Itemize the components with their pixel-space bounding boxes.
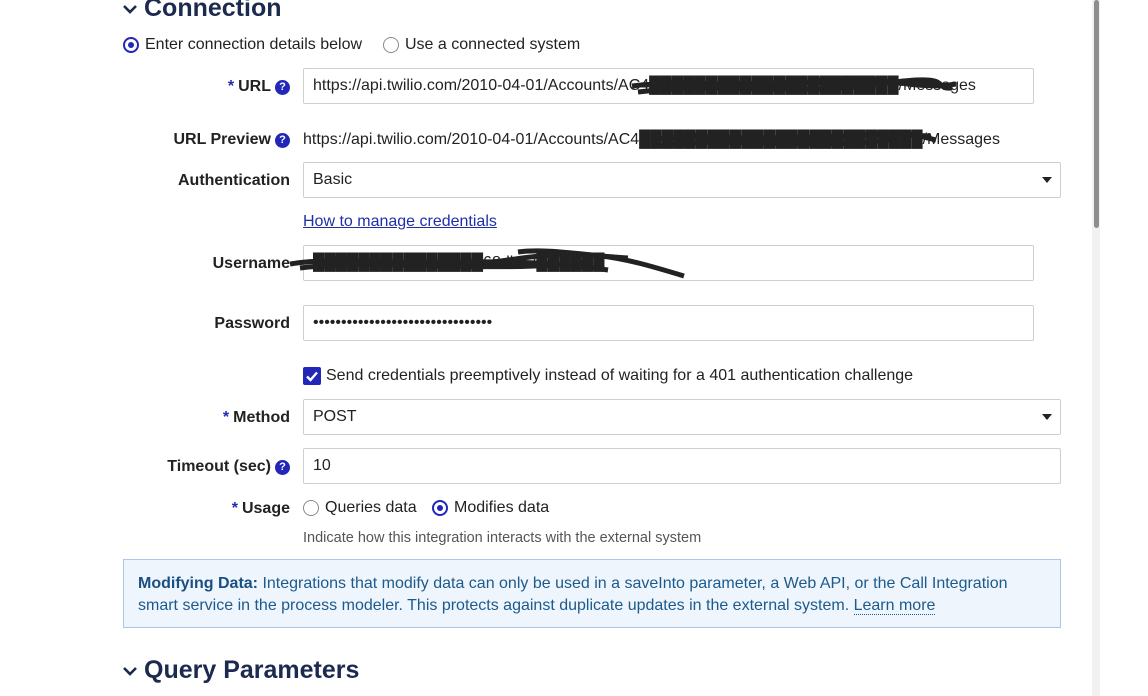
- query-parameters-section-header[interactable]: Query Parameters: [122, 656, 359, 685]
- radio-queries-data[interactable]: Queries data: [303, 499, 417, 517]
- method-label: * Method: [223, 409, 290, 427]
- chevron-down-icon: [123, 666, 137, 676]
- timeout-label-text: Timeout (sec): [167, 458, 271, 475]
- url-preview-value: https://api.twilio.com/2010-04-01/Accoun…: [303, 131, 1000, 148]
- learn-more-link[interactable]: Learn more: [853, 597, 936, 615]
- url-input[interactable]: https://api.twilio.com/2010-04-01/Accoun…: [303, 68, 1034, 104]
- radio-modifies-data[interactable]: Modifies data: [432, 499, 549, 517]
- info-box-title: Modifying Data:: [138, 575, 258, 592]
- radio-connected-system-control[interactable]: [383, 37, 399, 53]
- modifying-data-info-box: Modifying Data: Integrations that modify…: [123, 559, 1061, 628]
- authentication-label: Authentication: [178, 172, 290, 190]
- required-mark: *: [222, 409, 230, 426]
- usage-hint: Indicate how this integration interacts …: [303, 530, 702, 546]
- required-mark: *: [231, 500, 238, 517]
- username-input-value: ███████████████68dba2██████: [313, 254, 605, 271]
- authentication-select[interactable]: Basic: [303, 162, 1061, 198]
- method-select-value: POST: [313, 408, 357, 425]
- help-icon[interactable]: ?: [275, 132, 290, 148]
- help-icon[interactable]: ?: [275, 79, 290, 95]
- authentication-select-value: Basic: [313, 171, 353, 188]
- usage-label: * Usage: [232, 500, 290, 518]
- password-input-value: ••••••••••••••••••••••••••••••••: [313, 314, 493, 331]
- url-label: * URL ?: [228, 78, 290, 96]
- radio-modifies-data-control[interactable]: [432, 500, 448, 516]
- authentication-label-text: Authentication: [178, 172, 290, 189]
- select-caret-icon: [1042, 414, 1052, 420]
- chevron-down-icon: [123, 4, 137, 14]
- radio-enter-details-label: Enter connection details below: [145, 36, 363, 53]
- password-label-text: Password: [214, 315, 290, 332]
- radio-queries-data-control[interactable]: [303, 500, 319, 516]
- url-preview-label-text: URL Preview: [173, 131, 271, 148]
- method-label-text: Method: [233, 409, 290, 426]
- username-input[interactable]: ███████████████68dba2██████: [303, 245, 1034, 281]
- scrollbar-thumb[interactable]: [1094, 0, 1099, 228]
- usage-label-text: Usage: [241, 500, 290, 517]
- preemptive-checkbox[interactable]: Send credentials preemptively instead of…: [303, 367, 913, 385]
- url-preview-label: URL Preview ?: [173, 131, 290, 149]
- manage-credentials-link-text[interactable]: How to manage credentials: [303, 213, 497, 230]
- username-label: Username: [213, 255, 290, 273]
- url-input-value: https://api.twilio.com/2010-04-01/Accoun…: [313, 77, 976, 94]
- radio-modifies-data-label: Modifies data: [454, 499, 550, 516]
- timeout-input[interactable]: 10: [303, 448, 1061, 484]
- connection-section-header[interactable]: Connection: [122, 0, 282, 23]
- required-mark: *: [227, 78, 235, 95]
- password-input[interactable]: ••••••••••••••••••••••••••••••••: [303, 305, 1034, 341]
- preemptive-checkbox-control[interactable]: [303, 367, 321, 385]
- checkmark-icon: [306, 371, 318, 382]
- method-select[interactable]: POST: [303, 399, 1061, 435]
- help-icon[interactable]: ?: [275, 459, 290, 475]
- radio-queries-data-label: Queries data: [325, 499, 417, 516]
- select-caret-icon: [1042, 177, 1052, 183]
- radio-enter-details[interactable]: Enter connection details below: [123, 36, 362, 54]
- url-label-text: URL: [238, 78, 271, 95]
- radio-connected-system-label: Use a connected system: [405, 36, 581, 53]
- manage-credentials-link[interactable]: How to manage credentials: [303, 213, 497, 231]
- radio-enter-details-control[interactable]: [123, 37, 139, 53]
- preemptive-checkbox-label: Send credentials preemptively instead of…: [326, 367, 914, 384]
- connection-title: Connection: [144, 0, 282, 22]
- timeout-label: Timeout (sec) ?: [167, 458, 290, 476]
- timeout-input-value: 10: [313, 457, 331, 474]
- radio-connected-system[interactable]: Use a connected system: [383, 36, 580, 54]
- username-label-text: Username: [212, 255, 290, 272]
- password-label: Password: [214, 315, 290, 333]
- query-parameters-title: Query Parameters: [144, 656, 360, 684]
